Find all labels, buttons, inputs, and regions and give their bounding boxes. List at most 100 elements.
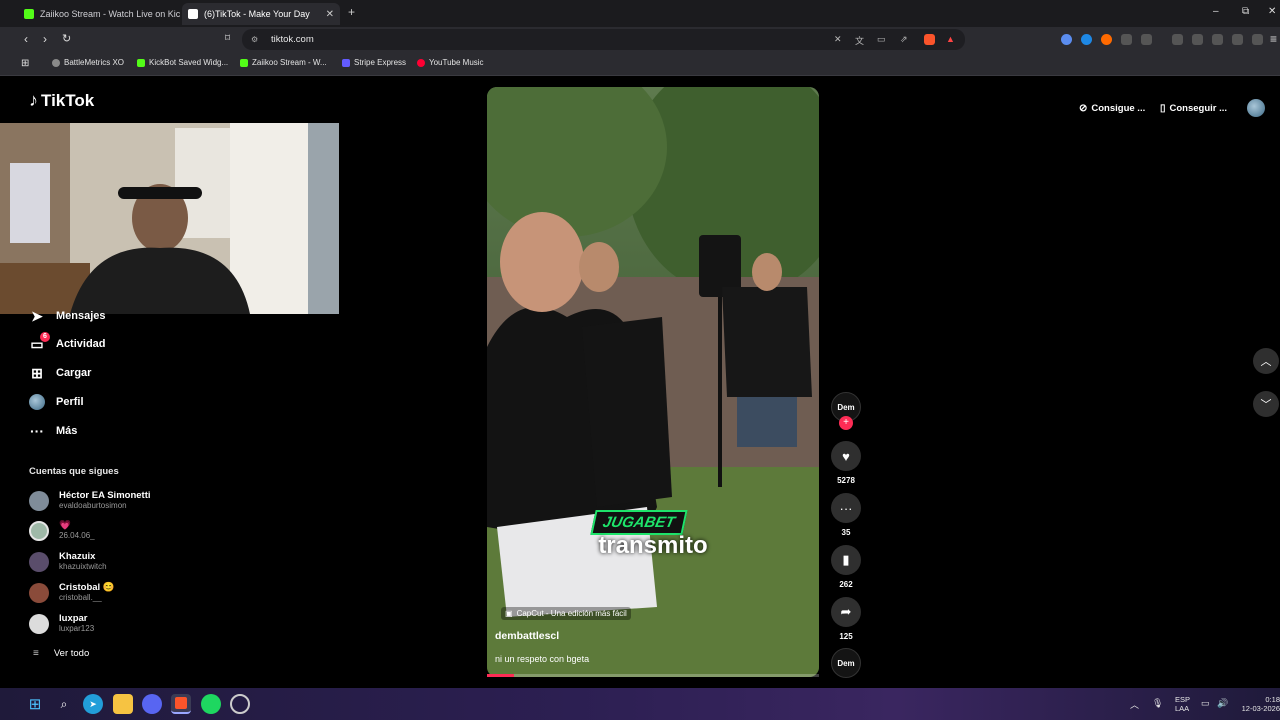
apps-grid-icon[interactable]: ⊞ (21, 58, 29, 69)
capcut-tag[interactable]: ▣ CapCut - Una edición más fácil (501, 607, 631, 620)
account-handle: khazuixtwitch (59, 562, 107, 571)
tab-title: (6)TikTok - Make Your Day (204, 9, 310, 19)
reload-button[interactable]: ↻ (62, 32, 71, 45)
avatar (29, 490, 49, 511)
volume-icon[interactable]: 🔊 (1217, 698, 1228, 709)
extension-icon[interactable] (1081, 34, 1092, 45)
sidebar-label: Mensajes (56, 310, 106, 322)
video-description: ni un respeto con bgeta (495, 654, 590, 664)
sidebar-item-profile[interactable]: Perfil (29, 394, 84, 410)
vpn-icon[interactable] (1252, 34, 1263, 45)
share-button[interactable]: ➦ 125 (831, 597, 861, 641)
brave-browser-icon[interactable] (171, 694, 191, 714)
comment-button[interactable]: ··· 35 (831, 493, 861, 537)
following-account[interactable]: Cristobal 😊 cristoball.__ (29, 582, 115, 603)
bookmark-icon: ▮ (831, 545, 861, 575)
pill-label: Consigue ... (1091, 102, 1146, 114)
search-icon[interactable]: ⌕ (54, 694, 74, 714)
maximize-button[interactable]: ⧉ (1242, 6, 1249, 17)
tab-tiktok[interactable]: (6)TikTok - Make Your Day ✕ (182, 3, 340, 25)
bookmark-item[interactable]: Zaiikoo Stream - W... (240, 58, 327, 67)
media-icon[interactable] (1172, 34, 1183, 45)
video-player[interactable]: JUGABET transmito ▣ CapCut - Una edición… (487, 87, 819, 677)
extension-icon[interactable] (1061, 34, 1072, 45)
bookmark-page-icon[interactable]: ⌑ (225, 33, 230, 44)
sidebar-icon[interactable] (1192, 34, 1203, 45)
coin-icon: ⊘ (1079, 102, 1088, 114)
bookmark-item[interactable]: KickBot Saved Widg... (137, 58, 228, 67)
bookmark-item[interactable]: BattleMetrics XO (52, 58, 124, 67)
kick-icon (137, 58, 145, 67)
logo-text: TikTok (41, 90, 95, 110)
telegram-icon[interactable]: ➤ (83, 694, 103, 714)
language-code: ESP (1175, 695, 1191, 704)
next-video-button[interactable]: ﹀ (1253, 391, 1279, 417)
menu-icon[interactable]: ≡ (1270, 32, 1277, 46)
like-button[interactable]: ♥ 5278 (831, 441, 861, 485)
back-button[interactable]: ‹ (24, 32, 28, 46)
sidebar-item-messages[interactable]: ➤ Mensajes (29, 307, 106, 324)
leo-ai-icon[interactable] (1232, 34, 1243, 45)
discord-icon[interactable] (142, 694, 162, 714)
language-indicator[interactable]: ESP LAA (1175, 695, 1190, 713)
obs-icon[interactable] (230, 694, 250, 714)
sidebar-label: Perfil (56, 396, 84, 408)
previous-video-button[interactable]: ︿ (1253, 348, 1279, 374)
minimize-button[interactable]: – (1213, 6, 1219, 17)
wallet-icon[interactable] (1212, 34, 1223, 45)
share-icon[interactable]: ⇗ (900, 34, 908, 45)
forward-button[interactable]: › (43, 32, 47, 46)
youtube-music-icon (417, 58, 425, 67)
following-account[interactable]: luxpar luxpar123 (29, 613, 94, 634)
follow-plus-icon[interactable]: + (839, 416, 853, 430)
windows-start-icon[interactable]: ⊞ (25, 694, 45, 714)
sidebar-item-upload[interactable]: ⊞ Cargar (29, 365, 91, 381)
following-account[interactable]: 💗 26.04.06_ (29, 520, 95, 541)
sidebar-item-activity[interactable]: ▭ 6 Actividad (29, 332, 106, 352)
get-app-button[interactable]: ▯ Conseguir ... (1160, 97, 1227, 119)
bookmark-label: KickBot Saved Widg... (149, 58, 229, 67)
video-progress-bar[interactable] (487, 674, 819, 677)
clock[interactable]: 0:18 12-03-2026 (1236, 695, 1280, 713)
translate-icon[interactable]: 文 (855, 34, 864, 47)
network-icon[interactable]: ▭ (1201, 698, 1210, 709)
extension-icon[interactable] (1101, 34, 1112, 45)
tray-overflow-icon[interactable]: ︿ (1130, 698, 1139, 711)
brave-shields-icon[interactable] (924, 34, 935, 45)
video-author[interactable]: dembattlescl (495, 630, 559, 642)
author-avatar-button[interactable]: Dem + (831, 392, 861, 430)
cast-icon[interactable]: ▭ (877, 34, 886, 45)
bookmark-label: BattleMetrics XO (64, 58, 125, 67)
tiktok-logo[interactable]: ♪ TikTok (29, 90, 94, 111)
save-count: 262 (839, 580, 853, 589)
site-info-icon[interactable]: ⚙ (251, 35, 258, 44)
spotify-icon[interactable] (201, 694, 221, 714)
microphone-icon[interactable]: 🎙 (1152, 698, 1163, 709)
stripe-icon (342, 58, 350, 67)
bookmark-item[interactable]: YouTube Music (417, 58, 484, 67)
account-handle: evaldoaburtosimon (59, 501, 127, 510)
extensions-puzzle-icon[interactable] (1121, 34, 1132, 45)
close-window-button[interactable]: ✕ (1268, 6, 1276, 17)
see-all-button[interactable]: ≡ Ver todo (33, 648, 89, 659)
account-name: 💗 (59, 520, 71, 531)
following-account[interactable]: Héctor EA Simonetti evaldoaburtosimon (29, 490, 151, 511)
sidebar-item-more[interactable]: ··· Más (29, 423, 77, 439)
file-explorer-icon[interactable] (113, 694, 133, 714)
avatar (29, 520, 49, 541)
new-tab-button[interactable]: + (348, 5, 355, 19)
save-button[interactable]: ▮ 262 (831, 545, 861, 589)
send-icon: ➤ (31, 307, 43, 324)
browser-tab-bar: Zaiikoo Stream - Watch Live on Kick (6)T… (0, 0, 1280, 27)
following-account[interactable]: Khazuix khazuixtwitch (29, 551, 107, 572)
close-tab-icon[interactable]: ✕ (318, 9, 334, 20)
sound-button[interactable]: Dem (831, 648, 861, 678)
profile-avatar[interactable] (1247, 99, 1265, 117)
brave-rewards-icon[interactable]: ▲ (946, 34, 957, 45)
tab-kick[interactable]: Zaiikoo Stream - Watch Live on Kick (18, 3, 180, 25)
following-section-title: Cuentas que sigues (29, 466, 119, 477)
extension-icon[interactable] (1141, 34, 1152, 45)
translate-off-icon[interactable]: ✕ (834, 34, 842, 45)
bookmark-item[interactable]: Stripe Express (342, 58, 406, 67)
get-coins-button[interactable]: ⊘ Consigue ... (1079, 97, 1145, 119)
